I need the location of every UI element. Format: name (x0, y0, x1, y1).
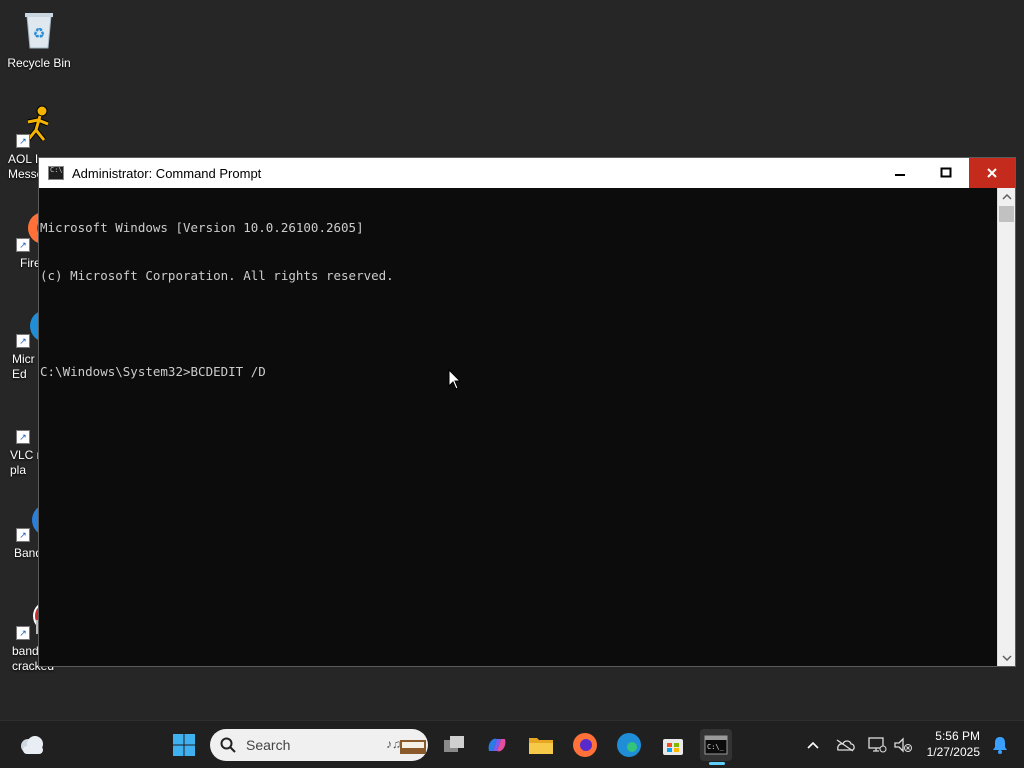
command-prompt-icon (48, 166, 64, 180)
shortcut-arrow-icon: ↗ (16, 430, 30, 444)
file-explorer-button[interactable] (525, 729, 557, 761)
recycle-bin-icon: ♻ (17, 8, 61, 52)
minimize-icon (895, 174, 905, 176)
chevron-down-icon (1001, 654, 1012, 661)
close-icon (987, 168, 997, 178)
clock-date: 1/27/2025 (926, 745, 980, 759)
shortcut-arrow-icon: ↗ (16, 238, 30, 252)
maximize-button[interactable] (923, 158, 969, 188)
copilot-icon (488, 738, 506, 752)
scroll-up-button[interactable] (998, 188, 1015, 205)
clock-time: 5:56 PM (935, 729, 980, 743)
svg-text:♪♫: ♪♫ (386, 737, 401, 751)
maximize-icon (940, 167, 952, 178)
store-icon (663, 739, 683, 755)
close-button[interactable] (969, 158, 1015, 188)
search-icon (220, 737, 236, 753)
active-app-indicator (709, 762, 725, 765)
onedrive-tray-button[interactable] (829, 729, 861, 761)
shortcut-arrow-icon: ↗ (16, 626, 30, 640)
weather-cloud-icon (21, 736, 43, 754)
onedrive-off-icon (836, 739, 855, 752)
task-view-button[interactable] (438, 729, 470, 761)
network-icon (868, 737, 887, 753)
bell-icon (993, 737, 1007, 754)
minimize-button[interactable] (877, 158, 923, 188)
scrollbar-thumb[interactable] (999, 206, 1014, 222)
clock[interactable]: 5:56 PM 1/27/2025 (927, 728, 980, 760)
taskbar: Search ♪♫ C:\_ 5:56 PM 1/27/2025 (0, 720, 1024, 768)
firefox-icon (573, 733, 597, 757)
file-explorer-icon (529, 738, 553, 754)
task-view-icon (444, 736, 464, 752)
command-prompt-taskbar-button[interactable]: C:\_ (700, 729, 732, 761)
copilot-button[interactable] (481, 729, 513, 761)
start-button[interactable] (168, 729, 200, 761)
aol-messenger-icon: ↗ (16, 104, 60, 148)
command-prompt-window[interactable]: Administrator: Command Prompt Microsoft … (38, 157, 1016, 667)
desktop-icon-recycle-bin[interactable]: ♻ Recycle Bin (1, 8, 77, 71)
title-bar[interactable]: Administrator: Command Prompt (39, 158, 1015, 188)
terminal-icon: C:\_ (704, 735, 728, 755)
taskbar-search-box[interactable]: Search ♪♫ (210, 729, 428, 761)
window-title: Administrator: Command Prompt (72, 165, 262, 181)
store-button[interactable] (657, 729, 689, 761)
scroll-down-button[interactable] (998, 649, 1015, 666)
svg-text:♻: ♻ (33, 25, 46, 41)
weather-widget-button[interactable] (16, 729, 48, 761)
shortcut-arrow-icon: ↗ (16, 134, 30, 148)
volume-tray-button[interactable] (887, 729, 919, 761)
volume-muted-icon (894, 737, 912, 753)
shortcut-arrow-icon: ↗ (16, 334, 30, 348)
console-line: (c) Microsoft Corporation. All rights re… (40, 268, 394, 283)
console-output[interactable]: Microsoft Windows [Version 10.0.26100.26… (40, 188, 997, 666)
search-placeholder: Search (246, 737, 291, 753)
command-line[interactable]: C:\Windows\System32>BCDEDIT /D (40, 364, 997, 380)
start-icon (173, 734, 195, 756)
shortcut-arrow-icon: ↗ (16, 528, 30, 542)
search-highlight-piano-icon: ♪♫ (386, 737, 426, 754)
firefox-taskbar-button[interactable] (569, 729, 601, 761)
vertical-scrollbar[interactable] (997, 188, 1015, 666)
edge-taskbar-button[interactable] (613, 729, 645, 761)
edge-icon (617, 733, 641, 757)
svg-text:C:\_: C:\_ (707, 743, 725, 751)
chevron-up-icon (807, 741, 819, 749)
notifications-button[interactable] (984, 729, 1016, 761)
chevron-up-icon (1001, 193, 1012, 200)
show-hidden-icons-button[interactable] (797, 729, 829, 761)
console-line: Microsoft Windows [Version 10.0.26100.26… (40, 220, 364, 235)
